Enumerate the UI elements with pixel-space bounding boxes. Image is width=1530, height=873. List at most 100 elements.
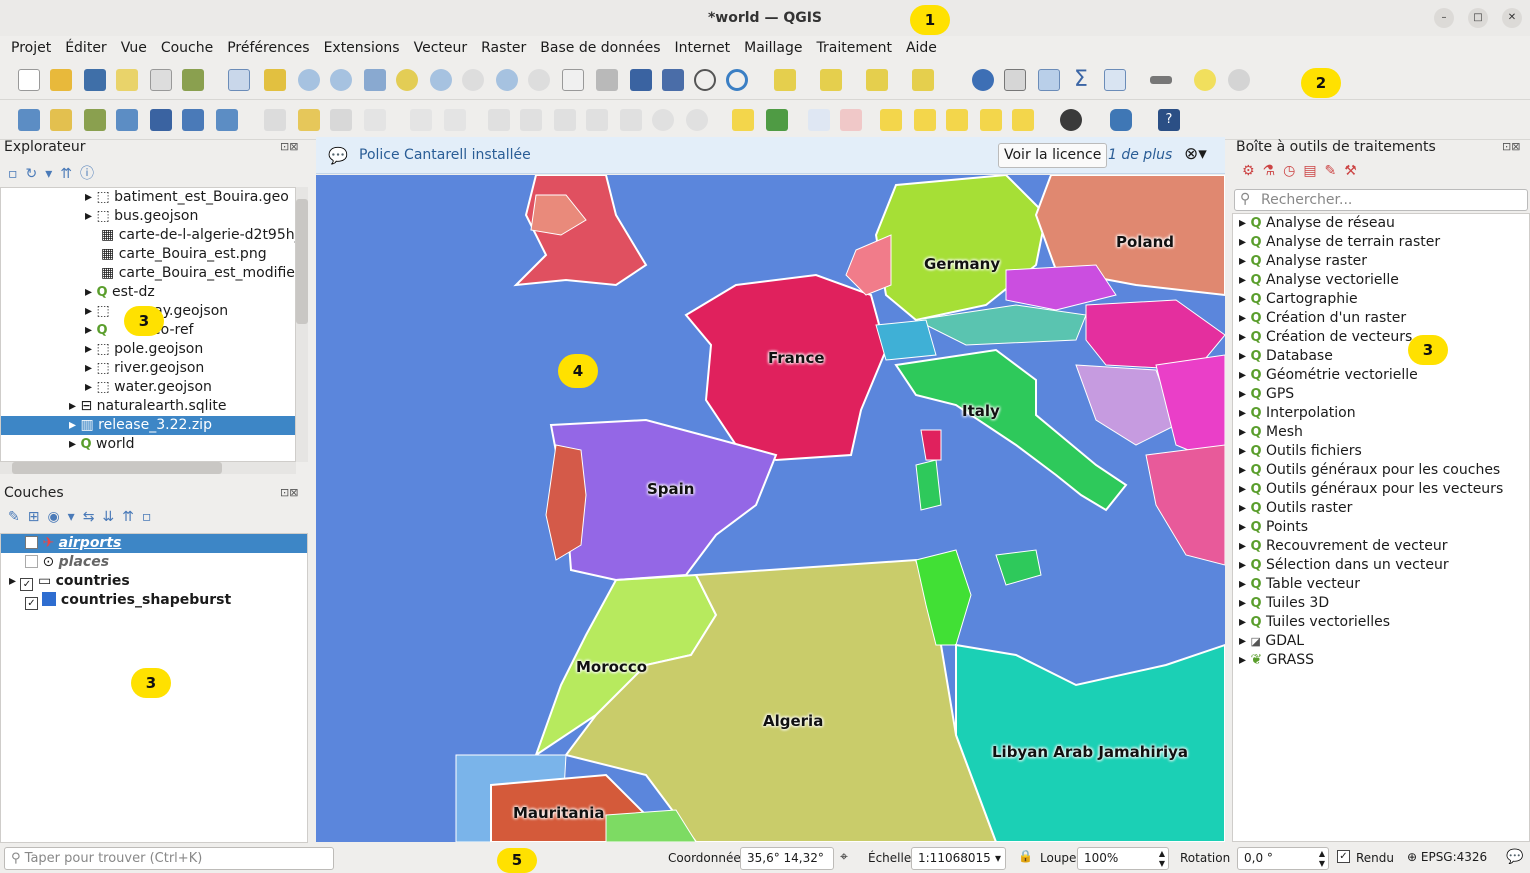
toolbox-item[interactable]: ▸ Q Création de vecteurs [1239,328,1412,347]
menu-vecteur[interactable]: Vecteur [407,40,475,56]
messages-icon[interactable]: 💬 [1506,849,1523,865]
redo-icon[interactable] [686,109,708,131]
pan-to-selection-icon[interactable] [264,69,286,91]
toolbox-item[interactable]: ▸ Q Analyse raster [1239,252,1367,271]
tree-item[interactable]: ▸ ⬚ river.geojson [85,359,204,378]
tree-item[interactable]: ▸ ⬚ bus.geojson [85,207,198,226]
panel-float-close-icon[interactable]: ⊡⊠ [280,486,298,499]
zoom-last-icon[interactable] [496,69,518,91]
deselect-icon[interactable] [866,69,888,91]
toolbox-item[interactable]: ▸ Q Points [1239,518,1308,537]
save-as-icon[interactable] [116,69,138,91]
coord-field[interactable]: 35,6° 14,32° [740,847,834,870]
label-change-icon[interactable] [980,109,1002,131]
toolbox-search-input[interactable]: ⚲ Rechercher... [1234,189,1528,211]
panel-float-close-icon[interactable]: ⊡⊠ [280,140,298,153]
edit-pencil-icon[interactable] [264,109,286,131]
toolbox-item[interactable]: ▸ Q Géométrie vectorielle [1239,366,1418,385]
toolbox-item[interactable]: ▸ ◪ GDAL [1239,632,1304,651]
tree-item[interactable]: ▦ carte-de-l-algerie-d2t95h_ [101,226,295,245]
toolbox-item[interactable]: ▸ Q Tuiles vectorielles [1239,613,1390,632]
zoom-selection-icon[interactable] [396,69,418,91]
label-show-hide-icon[interactable] [914,109,936,131]
menu-traitement[interactable]: Traitement [810,40,899,56]
menu-editer[interactable]: Éditer [58,40,113,56]
attribute-table-icon[interactable] [1004,69,1026,91]
pin-labels-icon[interactable] [808,109,830,131]
tree-item-selected[interactable]: ▸ ▥ release_3.22.zip [1,416,295,435]
add-raster-icon[interactable] [182,109,204,131]
mouse-coords-icon[interactable]: ⌖ [840,849,848,865]
menu-raster[interactable]: Raster [474,40,533,56]
add-feature-icon[interactable] [364,109,386,131]
zoom-next-icon[interactable] [528,69,550,91]
temporal-controller-icon[interactable] [694,69,716,91]
open-project-icon[interactable] [50,69,72,91]
panel-float-close-icon[interactable]: ⊡⊠ [1502,140,1520,153]
add-package-icon[interactable] [50,109,72,131]
menu-internet[interactable]: Internet [668,40,738,56]
cut-icon[interactable] [554,109,576,131]
open-field-calculator-icon[interactable] [1104,69,1126,91]
layer-row[interactable]: ⊙ places [25,553,109,572]
label-rotate-icon[interactable] [946,109,968,131]
toolbox-item[interactable]: ▸ Q Table vecteur [1239,575,1360,594]
new-project-icon[interactable] [18,69,40,91]
tree-item[interactable]: ▸ ⊟ naturalearth.sqlite [69,397,227,416]
settings-disabled-icon[interactable] [1228,69,1250,91]
toolbox-item[interactable]: ▸ Q Analyse vectorielle [1239,271,1399,290]
zoom-native-icon[interactable] [462,69,484,91]
tree-item[interactable]: ▦ carte_Bouira_est.png [101,245,267,264]
plugin-globe-icon[interactable] [1060,109,1082,131]
zoom-full-icon[interactable] [364,69,386,91]
tree-item[interactable]: ▸ ⬚ water.geojson [85,378,212,397]
toolbox-item[interactable]: ▸ Q Analyse de réseau [1239,214,1395,233]
toolbox-icon[interactable] [1038,69,1060,91]
scale-combo[interactable]: 1:11068015 ▾ [911,847,1006,870]
menu-base-de-donnees[interactable]: Base de données [533,40,667,56]
delete-selected-icon[interactable] [520,109,542,131]
python-console-icon[interactable] [1110,109,1132,131]
label-toolbar-icon[interactable] [732,109,754,131]
measure-icon[interactable] [1150,76,1172,84]
rotation-spinbox[interactable]: 0,0 ° ▲ ▼ [1237,847,1329,870]
menu-aide[interactable]: Aide [899,40,944,56]
toolbox-item[interactable]: ▸ Q Sélection dans un vecteur [1239,556,1449,575]
toolbox-tools-icon[interactable]: ⚙⚗◷▤✎⚒ [1242,163,1365,179]
locator-search-input[interactable]: ⚲ Taper pour trouver (Ctrl+K) [4,847,334,870]
tree-item[interactable]: ▸ Q est-dz [85,283,155,302]
label-move-icon[interactable] [880,109,902,131]
toolbox-item[interactable]: ▸ Q Database [1239,347,1333,366]
toolbox-item[interactable]: ▸ Q Outils généraux pour les couches [1239,461,1500,480]
toolbox-item[interactable]: ▸ Q Outils généraux pour les vecteurs [1239,480,1503,499]
layers-tools-icon[interactable]: ✎⊞◉▾⇆⇊⇈▫ [8,509,159,525]
menu-vue[interactable]: Vue [114,40,154,56]
menu-extensions[interactable]: Extensions [317,40,407,56]
tree-item[interactable]: ▦ carte_Bouira_est_modifie [101,264,295,283]
help-icon[interactable]: ? [1158,109,1180,131]
lock-icon[interactable]: 🔒 [1018,849,1033,863]
zoom-out-icon[interactable] [330,69,352,91]
select-by-location-icon[interactable] [912,69,934,91]
render-checkbox[interactable]: ✓ [1337,850,1350,863]
add-delimited-icon[interactable] [116,109,138,131]
menu-projet[interactable]: Projet [4,40,58,56]
new-map-view-icon[interactable] [562,69,584,91]
add-db-icon[interactable] [150,109,172,131]
zoom-in-icon[interactable] [298,69,320,91]
toolbox-item[interactable]: ▸ Q Cartographie [1239,290,1358,309]
minimize-button[interactable]: – [1434,8,1454,28]
print-layout-icon[interactable] [150,69,172,91]
map-canvas[interactable]: Germany Poland France Italy Spain Morocc… [316,175,1225,842]
save-project-icon[interactable] [84,69,106,91]
zoom-layer-icon[interactable] [430,69,452,91]
pan-icon[interactable] [228,69,250,91]
toolbox-item[interactable]: ▸ Q GPS [1239,385,1294,404]
select-features-icon[interactable] [774,69,796,91]
layer-row-selected[interactable]: ✈ airports [1,534,307,553]
menu-preferences[interactable]: Préférences [220,40,316,56]
add-vector-icon[interactable] [84,109,106,131]
toolbox-item[interactable]: ▸ Q Outils raster [1239,499,1352,518]
add-layer-icon[interactable] [18,109,40,131]
tree-item[interactable]: ▸ Q world [69,435,135,454]
